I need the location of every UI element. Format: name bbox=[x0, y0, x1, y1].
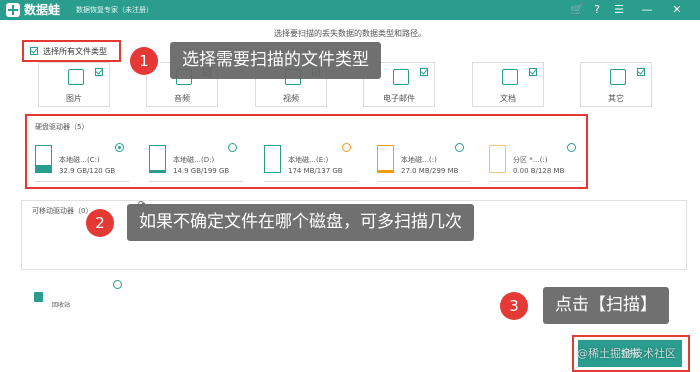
recycle-bin-radio[interactable] bbox=[113, 280, 122, 289]
page-subtitle: 选择要扫描的丢失数据的数据类型和路径。 bbox=[274, 29, 426, 38]
menu-icon[interactable]: ☰ bbox=[612, 2, 626, 18]
file-type-label: 文档 bbox=[500, 94, 516, 103]
file-type-card-other[interactable]: 其它 bbox=[580, 62, 652, 107]
callout-number-1: 1 bbox=[130, 47, 158, 75]
file-type-card-image[interactable]: 图片 bbox=[38, 62, 110, 107]
drive-radio[interactable] bbox=[455, 143, 464, 152]
app-name: 数据蛙 bbox=[24, 3, 61, 17]
callout-number-2: 2 bbox=[86, 209, 114, 237]
drive-name: 本地磁…(C:) bbox=[59, 156, 100, 164]
minimize-icon[interactable]: — bbox=[640, 2, 654, 18]
drive-radio[interactable] bbox=[342, 143, 351, 152]
recycle-bin-label: 回收站 bbox=[52, 302, 71, 309]
drive-icon bbox=[35, 145, 52, 173]
callout-2: 如果不确定文件在哪个磁盘，可多扫描几次 bbox=[127, 204, 474, 241]
drive-size: 32.9 GB/120 GB bbox=[59, 167, 116, 175]
file-type-checkbox[interactable] bbox=[529, 68, 537, 76]
email-icon bbox=[393, 69, 409, 85]
close-icon[interactable]: ✕ bbox=[670, 2, 684, 18]
drive-size: 27.0 MB/299 MB bbox=[401, 167, 459, 175]
drive-size: 174 MB/137 GB bbox=[288, 167, 343, 175]
recycle-bin-item[interactable]: 回收站 bbox=[34, 290, 94, 310]
callout-1: 选择需要扫描的文件类型 bbox=[170, 42, 381, 79]
drive-icon bbox=[377, 145, 394, 173]
hard-disk-title: 硬盘驱动器（5） bbox=[35, 123, 89, 131]
app-logo-icon bbox=[6, 3, 20, 17]
removable-drive-title: 可移动驱动器（0） bbox=[32, 207, 93, 215]
drive-divider bbox=[264, 181, 358, 182]
drive-name: 本地磁…(:) bbox=[401, 156, 437, 164]
select-all-label: 选择所有文件类型 bbox=[43, 46, 107, 56]
image-icon bbox=[68, 69, 84, 85]
file-type-label: 图片 bbox=[66, 94, 82, 103]
drive-icon bbox=[264, 145, 281, 173]
select-all-file-types[interactable]: 选择所有文件类型 bbox=[22, 40, 121, 62]
drive-size: 0.00 B/128 MB bbox=[513, 167, 565, 175]
file-type-label: 音频 bbox=[174, 94, 190, 103]
file-type-checkbox[interactable] bbox=[420, 68, 428, 76]
file-type-label: 电子邮件 bbox=[383, 94, 415, 103]
drive-divider bbox=[35, 181, 129, 182]
drive-icon bbox=[489, 145, 506, 173]
drive-name: 本地磁…(E:) bbox=[288, 156, 329, 164]
drive-name: 分区 *…(:) bbox=[513, 156, 548, 164]
title-bar: 数据蛙 数据恢复专家（未注册） 🛒 ? ☰ — ✕ bbox=[0, 0, 700, 20]
drive-divider bbox=[377, 181, 471, 182]
callout-3: 点击【扫描】 bbox=[543, 287, 669, 324]
file-type-label: 其它 bbox=[608, 94, 624, 103]
drive-radio[interactable] bbox=[567, 143, 576, 152]
file-type-checkbox[interactable] bbox=[637, 68, 645, 76]
drive-item[interactable]: 本地磁…(C:) 32.9 GB/120 GB bbox=[35, 145, 129, 185]
other-icon bbox=[610, 69, 626, 85]
callout-number-3: 3 bbox=[500, 292, 528, 320]
drive-divider bbox=[489, 181, 583, 182]
file-type-card-document[interactable]: 文档 bbox=[472, 62, 544, 107]
cart-icon[interactable]: 🛒 bbox=[570, 2, 584, 18]
trash-icon bbox=[34, 292, 43, 302]
drive-icon bbox=[149, 145, 166, 173]
hard-disk-panel: 硬盘驱动器（5） 本地磁…(C:) 32.9 GB/120 GB 本地磁…(D:… bbox=[25, 114, 588, 189]
help-icon[interactable]: ? bbox=[590, 2, 604, 18]
file-type-label: 视频 bbox=[283, 94, 299, 103]
select-all-checkbox[interactable] bbox=[30, 47, 38, 55]
watermark: @稀土掘金技术社区 bbox=[577, 347, 676, 360]
app-subtitle: 数据恢复专家（未注册） bbox=[76, 6, 153, 14]
drive-divider bbox=[149, 181, 243, 182]
drive-radio[interactable] bbox=[228, 143, 237, 152]
document-icon bbox=[502, 69, 518, 85]
drive-name: 本地磁…(D:) bbox=[173, 156, 215, 164]
drive-radio[interactable] bbox=[115, 143, 124, 152]
drive-size: 14.9 GB/199 GB bbox=[173, 167, 230, 175]
file-type-checkbox[interactable] bbox=[95, 68, 103, 76]
